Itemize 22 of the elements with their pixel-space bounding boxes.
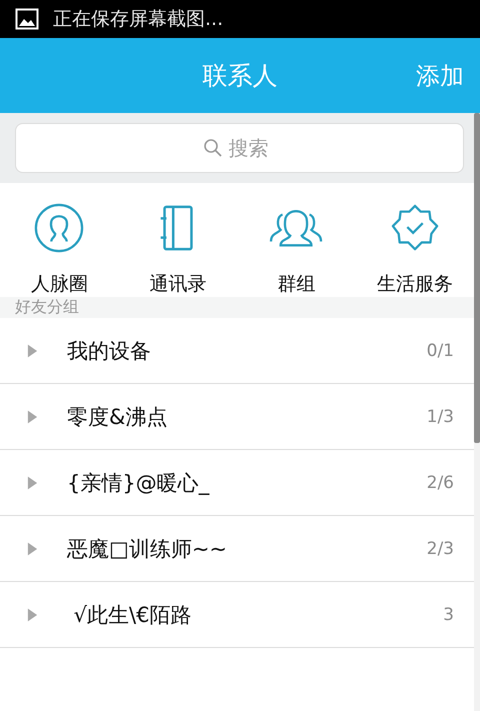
group-count: 0/1 — [426, 340, 454, 360]
section-title: 好友分组 — [15, 297, 79, 318]
shortcut-label[interactable]: 人脉圈 — [30, 271, 88, 297]
search-icon — [202, 138, 222, 158]
image-icon — [15, 8, 39, 30]
shortcut-label[interactable]: 群组 — [277, 271, 316, 297]
page-title: 联系人 — [202, 60, 278, 92]
group-name: √此生\€陌路 — [72, 602, 192, 628]
group-name: 零度&沸点 — [67, 404, 168, 430]
group-count: 2/6 — [426, 472, 454, 492]
group-name: {亲情}@暖心_ — [67, 470, 210, 496]
shortcut-label[interactable]: 生活服务 — [376, 271, 453, 297]
shortcut-label[interactable]: 通讯录 — [149, 271, 206, 297]
group-count: 2/3 — [426, 538, 454, 558]
group-name: 恶魔□训练师~~ — [67, 536, 228, 562]
notification-text: 正在保存屏幕截图... — [53, 7, 224, 32]
search-field[interactable]: 搜索 — [228, 136, 276, 160]
group-count: 3 — [443, 604, 454, 624]
verified-badge-icon[interactable] — [390, 203, 440, 253]
group-name: 我的设备 — [67, 338, 152, 364]
group-count: 1/3 — [426, 406, 454, 426]
contact-circle-icon[interactable] — [34, 203, 84, 253]
